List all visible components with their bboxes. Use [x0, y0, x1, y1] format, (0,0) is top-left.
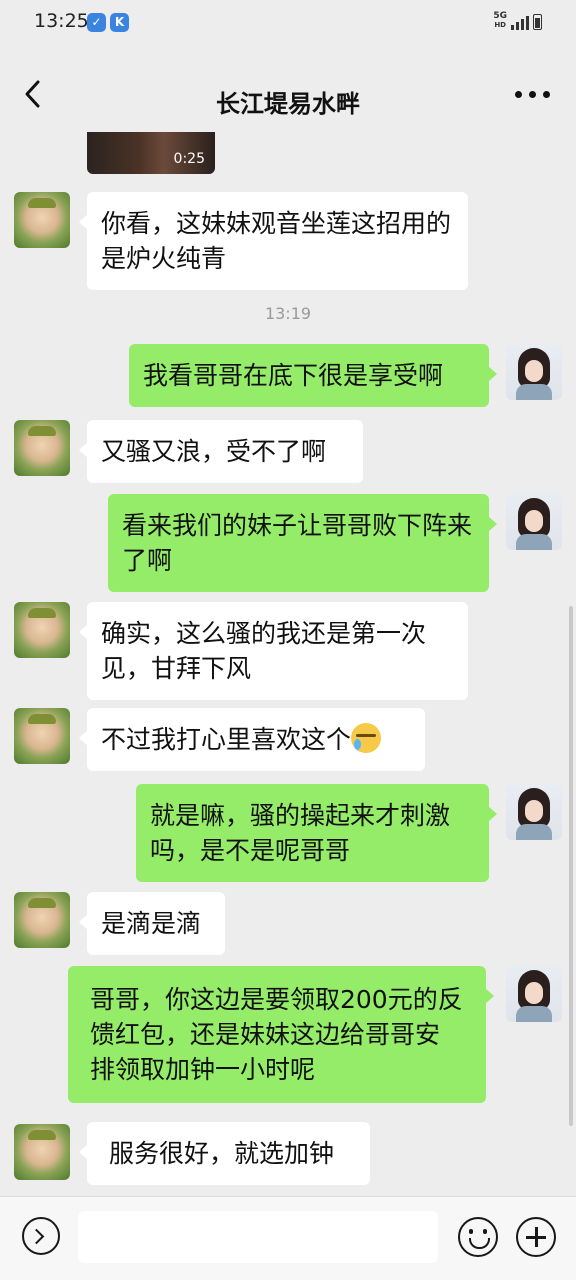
message-bubble-left[interactable]: 服务很好，就选加钟	[79, 1122, 370, 1185]
message-timestamp: 13:19	[264, 304, 312, 323]
scrollbar[interactable]	[569, 606, 573, 1126]
more-dots-icon	[514, 90, 522, 98]
my-avatar[interactable]	[506, 966, 562, 1022]
my-avatar[interactable]	[506, 344, 562, 400]
message-bubble-right[interactable]: 看来我们的妹子让哥哥败下阵来了啊	[108, 494, 497, 592]
chat-header: 长江堤易水畔	[0, 58, 576, 130]
contact-avatar[interactable]	[14, 192, 70, 248]
message-bubble-right[interactable]: 就是嘛，骚的操起来才刺激吗，是不是呢哥哥	[136, 784, 497, 882]
message-input[interactable]	[78, 1211, 438, 1263]
crying-face-emoji	[351, 723, 382, 753]
status-bar: 13:25 ✓ K 5G HD	[0, 0, 576, 44]
plus-button[interactable]	[516, 1217, 556, 1257]
message-bubble-right[interactable]: 我看哥哥在底下很是享受啊	[129, 344, 497, 407]
battery-icon	[533, 14, 542, 30]
signal-icon	[511, 14, 529, 30]
contact-avatar[interactable]	[14, 708, 70, 764]
contact-avatar[interactable]	[14, 1124, 70, 1180]
emoji-button[interactable]	[458, 1217, 498, 1257]
message-bubble-left[interactable]: 你看，这妹妹观音坐莲这招用的是炉火纯青	[79, 192, 468, 290]
more-button[interactable]	[510, 84, 554, 104]
message-bubble-right[interactable]: 哥哥，你这边是要领取200元的反馈红包，还是妹妹这边给哥哥安排领取加钟一小时呢	[68, 966, 494, 1103]
message-text: 不过我打心里喜欢这个	[101, 725, 352, 754]
video-message[interactable]: 0:25	[87, 132, 215, 174]
video-duration: 0:25	[173, 151, 205, 167]
my-avatar[interactable]	[506, 494, 562, 550]
network-label: 5G	[493, 11, 507, 21]
message-bubble-left[interactable]: 又骚又浪，受不了啊	[79, 420, 363, 483]
message-bubble-left[interactable]: 是滴是滴	[79, 892, 225, 955]
message-list[interactable]: 0:25 你看，这妹妹观音坐莲这招用的是炉火纯青 13:19 我看哥哥在底下很是…	[0, 130, 576, 1196]
contact-avatar[interactable]	[14, 602, 70, 658]
voice-button[interactable]	[22, 1217, 60, 1255]
contact-avatar[interactable]	[14, 892, 70, 948]
status-right: 5G HD	[493, 12, 542, 30]
my-avatar[interactable]	[506, 784, 562, 840]
message-bubble-left[interactable]: 确实，这么骚的我还是第一次见，甘拜下风	[79, 602, 468, 700]
input-bar	[0, 1196, 576, 1280]
app-k-icon: K	[110, 13, 129, 32]
chat-screen: 13:25 ✓ K 5G HD 长江堤易水畔 0:25 你看，这妹妹观音坐莲这招…	[0, 0, 576, 1280]
app-notification-icon: ✓	[87, 13, 106, 32]
chat-title: 长江堤易水畔	[216, 90, 360, 118]
message-bubble-left[interactable]: 不过我打心里喜欢这个	[79, 708, 425, 771]
status-time: 13:25	[34, 10, 89, 32]
network-sublabel: HD	[494, 21, 506, 29]
contact-avatar[interactable]	[14, 420, 70, 476]
